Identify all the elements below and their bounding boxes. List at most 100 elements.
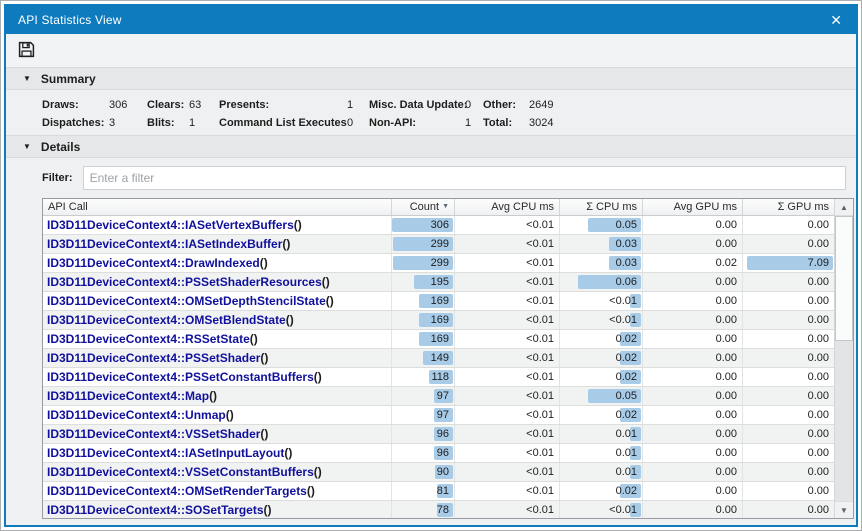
cell-value: <0.01: [455, 219, 559, 231]
floppy-disk-icon: [18, 41, 35, 61]
sum-gpu-cell: 0.00: [743, 406, 834, 424]
avg-cpu-cell: <0.01: [455, 501, 560, 518]
table-row[interactable]: ID3D11DeviceContext4::IASetInputLayout()…: [43, 444, 834, 463]
stat-value: 63: [189, 99, 219, 111]
cell-value: <0.01: [455, 352, 559, 364]
scroll-up-icon[interactable]: ▲: [835, 199, 853, 216]
api-call-table: API Call Count ▼ Avg CPU ms Σ CPU ms Avg…: [42, 198, 854, 519]
cell-value: 97: [392, 390, 454, 402]
title-bar[interactable]: API Statistics View ✕: [6, 6, 856, 34]
table-row[interactable]: ID3D11DeviceContext4::VSSetConstantBuffe…: [43, 463, 834, 482]
screenshot-frame: API Statistics View ✕ ▼ Summary Draws:30…: [0, 0, 862, 531]
cell-value: <0.01: [455, 485, 559, 497]
sum-cpu-cell: <0.01: [560, 311, 643, 329]
scrollbar-track[interactable]: [835, 216, 853, 501]
cell-value: <0.01: [455, 333, 559, 345]
cell-value: 0.00: [643, 276, 742, 288]
close-icon[interactable]: ✕: [826, 13, 846, 27]
column-header-count[interactable]: Count ▼: [392, 199, 455, 215]
table-row[interactable]: ID3D11DeviceContext4::IASetVertexBuffers…: [43, 216, 834, 235]
table-row[interactable]: ID3D11DeviceContext4::OMSetRenderTargets…: [43, 482, 834, 501]
filter-input[interactable]: [83, 166, 846, 190]
sum-cpu-cell: <0.01: [560, 501, 643, 518]
sort-descending-icon: ▼: [442, 203, 449, 210]
sum-gpu-cell: 0.00: [743, 273, 834, 291]
cell-value: 0.06: [560, 276, 642, 288]
vertical-scrollbar[interactable]: ▲ ▼: [834, 199, 853, 518]
api-call-name: ID3D11DeviceContext4::PSSetConstantBuffe…: [47, 370, 314, 384]
api-call-name: ID3D11DeviceContext4::DrawIndexed: [47, 256, 260, 270]
cell-value: 0.00: [643, 314, 742, 326]
sum-gpu-cell: 7.09: [743, 254, 834, 272]
sum-gpu-cell: 0.00: [743, 425, 834, 443]
scroll-down-icon[interactable]: ▼: [835, 501, 853, 518]
stat-label: Presents:: [219, 99, 347, 111]
cell-value: 78: [392, 504, 454, 516]
cell-value: 0.01: [560, 447, 642, 459]
api-call-name: ID3D11DeviceContext4::IASetInputLayout: [47, 446, 284, 460]
stat-label: Clears:: [147, 99, 189, 111]
api-call-name: ID3D11DeviceContext4::OMSetDepthStencilS…: [47, 294, 326, 308]
details-section-label: Details: [41, 140, 80, 154]
count-cell: 306: [392, 216, 455, 234]
cell-value: <0.01: [560, 295, 642, 307]
cell-value: 0.00: [743, 295, 834, 307]
table-row[interactable]: ID3D11DeviceContext4::Map()97<0.010.050.…: [43, 387, 834, 406]
stat-value: 1: [465, 117, 483, 129]
cell-value: 90: [392, 466, 454, 478]
column-header-sum-cpu[interactable]: Σ CPU ms: [560, 199, 643, 215]
table-row[interactable]: ID3D11DeviceContext4::PSSetShader()149<0…: [43, 349, 834, 368]
cell-value: <0.01: [455, 504, 559, 516]
table-row[interactable]: ID3D11DeviceContext4::OMSetDepthStencilS…: [43, 292, 834, 311]
cell-value: 0.02: [643, 257, 742, 269]
api-call-cell: ID3D11DeviceContext4::RSSetState(): [43, 330, 392, 348]
sum-cpu-cell: 0.02: [560, 482, 643, 500]
cell-value: 0.02: [560, 333, 642, 345]
cell-value: 0.02: [560, 409, 642, 421]
stat-value: 3: [109, 117, 147, 129]
cell-value: 96: [392, 428, 454, 440]
column-header-sum-gpu[interactable]: Σ GPU ms: [743, 199, 834, 215]
table-row[interactable]: ID3D11DeviceContext4::VSSetShader()96<0.…: [43, 425, 834, 444]
table-row[interactable]: ID3D11DeviceContext4::PSSetShaderResourc…: [43, 273, 834, 292]
cell-value: 0.00: [743, 485, 834, 497]
sum-cpu-cell: 0.01: [560, 463, 643, 481]
summary-section-header[interactable]: ▼ Summary: [6, 67, 856, 90]
sum-cpu-cell: 0.02: [560, 368, 643, 386]
save-button[interactable]: [14, 39, 38, 63]
details-section-header[interactable]: ▼ Details: [6, 135, 856, 158]
avg-cpu-cell: <0.01: [455, 444, 560, 462]
cell-value: 0.05: [560, 219, 642, 231]
table-row[interactable]: ID3D11DeviceContext4::DrawIndexed()299<0…: [43, 254, 834, 273]
cell-value: 0.05: [560, 390, 642, 402]
column-header-avg-cpu[interactable]: Avg CPU ms: [455, 199, 560, 215]
collapse-triangle-icon[interactable]: ▼: [23, 142, 31, 151]
api-call-parens: (): [260, 427, 268, 441]
avg-gpu-cell: 0.00: [643, 444, 743, 462]
table-row[interactable]: ID3D11DeviceContext4::IASetIndexBuffer()…: [43, 235, 834, 254]
table-row[interactable]: ID3D11DeviceContext4::SOSetTargets()78<0…: [43, 501, 834, 518]
collapse-triangle-icon[interactable]: ▼: [23, 74, 31, 83]
cell-value: 0.00: [643, 466, 742, 478]
count-cell: 299: [392, 254, 455, 272]
avg-cpu-cell: <0.01: [455, 425, 560, 443]
api-call-cell: ID3D11DeviceContext4::PSSetShader(): [43, 349, 392, 367]
api-call-parens: (): [314, 370, 322, 384]
api-call-name: ID3D11DeviceContext4::OMSetRenderTargets: [47, 484, 307, 498]
sum-gpu-cell: 0.00: [743, 292, 834, 310]
stat-value: 1: [189, 117, 219, 129]
api-call-cell: ID3D11DeviceContext4::IASetIndexBuffer(): [43, 235, 392, 253]
column-header-api-call[interactable]: API Call: [43, 199, 392, 215]
scrollbar-thumb[interactable]: [835, 216, 853, 341]
table-row[interactable]: ID3D11DeviceContext4::RSSetState()169<0.…: [43, 330, 834, 349]
table-row[interactable]: ID3D11DeviceContext4::OMSetBlendState()1…: [43, 311, 834, 330]
sum-gpu-cell: 0.00: [743, 216, 834, 234]
table-row[interactable]: ID3D11DeviceContext4::Unmap()97<0.010.02…: [43, 406, 834, 425]
table-row[interactable]: ID3D11DeviceContext4::PSSetConstantBuffe…: [43, 368, 834, 387]
api-call-name: ID3D11DeviceContext4::RSSetState: [47, 332, 250, 346]
column-header-avg-gpu[interactable]: Avg GPU ms: [643, 199, 743, 215]
avg-gpu-cell: 0.00: [643, 273, 743, 291]
avg-cpu-cell: <0.01: [455, 216, 560, 234]
cell-value: <0.01: [455, 257, 559, 269]
api-call-parens: (): [286, 313, 294, 327]
